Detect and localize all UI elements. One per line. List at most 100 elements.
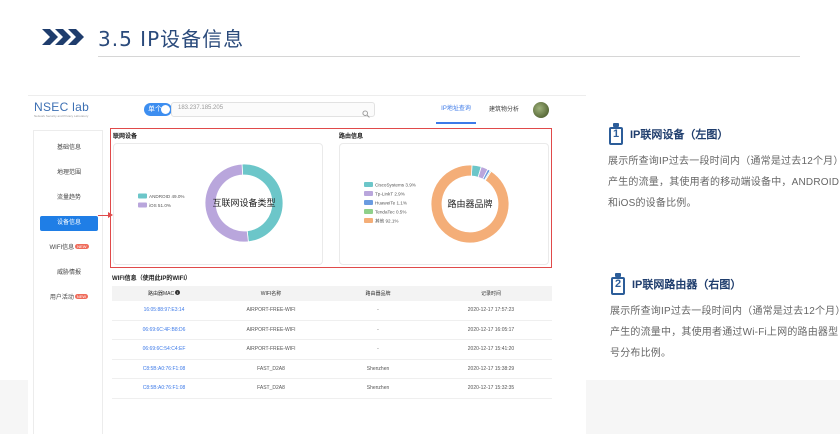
description-title: IP联网路由器（右图） bbox=[632, 279, 742, 291]
panel-title-devices: 联网设备 bbox=[113, 134, 138, 140]
donut-center-label: 路由器品牌 bbox=[447, 198, 492, 210]
badge-number: 2 bbox=[614, 278, 622, 290]
sidebar-item-label: 地理范围 bbox=[56, 170, 81, 176]
table-header: 路由器MAC i WIFI名称 路由器品牌 记录时间 bbox=[112, 286, 552, 301]
sidebar-item-wifi-info[interactable]: WIFI信息 NEW bbox=[40, 241, 98, 256]
description-title: IP联网设备（左图） bbox=[630, 129, 729, 141]
search-icon[interactable] bbox=[362, 105, 370, 123]
new-badge: NEW bbox=[74, 294, 89, 299]
table-cell: AIRPORT-FREE-WIFI bbox=[246, 307, 296, 314]
info-icon[interactable]: i bbox=[175, 290, 181, 295]
wifi-section-title: WIFI信息（使用此IP的WIFI） bbox=[112, 276, 191, 282]
legend-swatch bbox=[364, 191, 373, 196]
page-title: 3.5 IP设备信息 bbox=[98, 26, 245, 51]
sidebar-item-label: 设备信息 bbox=[56, 220, 81, 226]
sidebar-item-device-info[interactable]: 设备信息 bbox=[40, 216, 98, 231]
table-cell: 2020-12-17 17:57:23 bbox=[467, 307, 515, 314]
legend-swatch bbox=[364, 182, 373, 187]
table-cell: Shenzhen bbox=[366, 385, 390, 392]
description-header: 1 IP联网设备（左图） bbox=[608, 123, 840, 145]
table-cell: - bbox=[377, 346, 379, 353]
legend-swatch bbox=[364, 200, 373, 205]
sidebar: 基础信息 地理范围 流量趋势 设备信息 WIFI信息 NEW 威胁情报 用户活动 N… bbox=[33, 130, 103, 434]
new-badge: NEW bbox=[75, 244, 89, 249]
logo: NSEC lab Network Security and Privacy La… bbox=[34, 100, 89, 118]
mac-link[interactable]: C8:5B:A0:76:F1:08 bbox=[112, 385, 216, 391]
number-badge-icon: 1 bbox=[608, 123, 624, 145]
legend-label: iOS 51.0% bbox=[149, 203, 171, 208]
table-cell: - bbox=[377, 307, 379, 314]
avatar[interactable] bbox=[533, 102, 549, 118]
sidebar-item-label: 流量趋势 bbox=[56, 195, 81, 201]
mode-toggle[interactable]: 单个 bbox=[144, 103, 172, 116]
legend-label: ANDROID 49.0% bbox=[149, 194, 185, 199]
table-cell: AIRPORT-FREE-WIFI bbox=[246, 326, 296, 333]
sidebar-item-threat-intel[interactable]: 威胁情报 bbox=[40, 266, 98, 281]
table-cell: 2020-12-17 15:41:20 bbox=[467, 346, 515, 353]
column-header: 记录时间 bbox=[480, 291, 501, 297]
number-badge-icon: 2 bbox=[610, 273, 626, 295]
device-type-donut-chart: 互联网设备类型 ANDROID 49.0% iOS 51.0% bbox=[138, 163, 284, 243]
sidebar-item-traffic-trend[interactable]: 流量趋势 bbox=[40, 191, 98, 206]
description-header: 2 IP联网路由器（右图） bbox=[610, 273, 840, 295]
sidebar-item-basic-info[interactable]: 基础信息 bbox=[40, 141, 98, 156]
sidebar-item-label: WIFI信息 bbox=[49, 245, 75, 251]
highlight-frame: 联网设备 路由信息 互联网设备类型 ANDROID 49.0% iOS 51.0% … bbox=[110, 128, 552, 268]
table-cell: 2020-12-17 15:38:29 bbox=[467, 365, 515, 372]
description-text: 展示所查询IP过去一段时间内（通常是过去12个月）产生的流量，其使用者的移动端设… bbox=[608, 156, 840, 209]
donut-center-label: 互联网设备类型 bbox=[212, 197, 275, 209]
legend-swatch bbox=[364, 209, 373, 214]
search-value: 183.237.185.205 bbox=[178, 105, 224, 111]
ip-search-input[interactable]: 183.237.185.205 bbox=[171, 102, 375, 118]
description-text: 展示所查询IP过去一段时间内（通常是过去12个月）产生的流量中，其使用者通过Wi… bbox=[610, 306, 840, 359]
legend-label: CiscoSystems 3.9% bbox=[375, 183, 416, 188]
table-row[interactable]: C8:5B:A0:76:F1:08 FAST_D2A8 Shenzhen 2020-1… bbox=[112, 360, 552, 379]
table-cell: AIRPORT-FREE-WIFI bbox=[246, 346, 296, 353]
description-router: 2 IP联网路由器（右图） 展示所查询IP过去一段时间内（通常是过去12个月）产… bbox=[610, 273, 840, 364]
column-header: 路由器品牌 bbox=[365, 291, 391, 297]
sidebar-item-label: 用户活动 bbox=[49, 295, 74, 301]
table-cell: FAST_D2A8 bbox=[257, 385, 285, 392]
mac-link[interactable]: 06:69:6C:4F:B8:D6 bbox=[112, 327, 216, 333]
description-device: 1 IP联网设备（左图） 展示所查询IP过去一段时间内（通常是过去12个月）产生… bbox=[608, 123, 840, 214]
router-chart-card: 路由器品牌 CiscoSystems 3.9% Tp-LinkT 2.9% Huawe… bbox=[339, 143, 549, 265]
table-body: 16:05:88:97:E3:14 AIRPORT-FREE-WIFI - 2020-… bbox=[112, 301, 552, 399]
table-cell: Shenzhen bbox=[366, 365, 390, 372]
table-row[interactable]: 06:69:6C:54:C4:EF AIRPORT-FREE-WIFI - 2020-… bbox=[112, 340, 552, 360]
table-cell: FAST_D2A8 bbox=[257, 365, 285, 372]
wifi-table: 路由器MAC i WIFI名称 路由器品牌 记录时间 16:05:88:97:E3… bbox=[112, 286, 552, 399]
slide-header: 3.5 IP设备信息 bbox=[42, 22, 244, 52]
title-divider bbox=[98, 56, 800, 57]
table-cell: 2020-12-17 16:05:17 bbox=[467, 326, 515, 333]
router-brand-donut-chart: 路由器品牌 CiscoSystems 3.9% Tp-LinkT 2.9% Huawe… bbox=[364, 164, 510, 244]
sidebar-item-geo-range[interactable]: 地理范围 bbox=[40, 166, 98, 181]
table-row[interactable]: 06:69:6C:4F:B8:D6 AIRPORT-FREE-WIFI - 2020-… bbox=[112, 321, 552, 340]
badge-number: 1 bbox=[612, 128, 620, 140]
mac-link[interactable]: C8:5B:A0:76:F1:08 bbox=[112, 366, 216, 372]
logo-subtitle: Network Security and Privacy Laboratory bbox=[34, 114, 89, 118]
legend-swatch bbox=[364, 218, 373, 223]
sidebar-item-user-activity[interactable]: 用户活动 NEW bbox=[40, 291, 98, 306]
table-cell: - bbox=[377, 326, 379, 333]
legend-label: 其他 92.1% bbox=[375, 218, 399, 225]
legend-swatch bbox=[138, 202, 147, 208]
table-row[interactable]: 16:05:88:97:E3:14 AIRPORT-FREE-WIFI - 2020-… bbox=[112, 301, 552, 321]
logo-text: NSEC lab bbox=[34, 100, 90, 114]
table-cell: 2020-12-17 15:32:35 bbox=[467, 385, 515, 392]
mac-link[interactable]: 06:69:6C:54:C4:EF bbox=[112, 346, 216, 352]
mac-link[interactable]: 16:05:88:97:E3:14 bbox=[112, 307, 216, 313]
legend-swatch bbox=[138, 193, 147, 199]
table-row[interactable]: C8:5B:A0:76:F1:08 FAST_D2A8 Shenzhen 2020-1… bbox=[112, 379, 552, 399]
toggle-knob bbox=[161, 105, 170, 114]
column-header: 路由器MAC i bbox=[112, 290, 216, 297]
legend-label: Tp-LinkT 2.9% bbox=[375, 192, 405, 197]
sidebar-item-label: 威胁情报 bbox=[56, 270, 81, 276]
device-chart-card: 互联网设备类型 ANDROID 49.0% iOS 51.0% bbox=[113, 143, 323, 265]
column-header: WIFI名称 bbox=[260, 291, 282, 297]
app-header: NSEC lab Network Security and Privacy La… bbox=[28, 96, 586, 124]
column-label: 路由器MAC bbox=[147, 291, 175, 297]
tab-ip-query[interactable]: IP地址查询 bbox=[436, 96, 476, 124]
legend-label: HuaweiTe 1.1% bbox=[375, 201, 407, 206]
legend-label: TendaTec 0.5% bbox=[375, 210, 406, 215]
tab-building-analysis[interactable]: 建筑物分析 bbox=[484, 96, 524, 124]
